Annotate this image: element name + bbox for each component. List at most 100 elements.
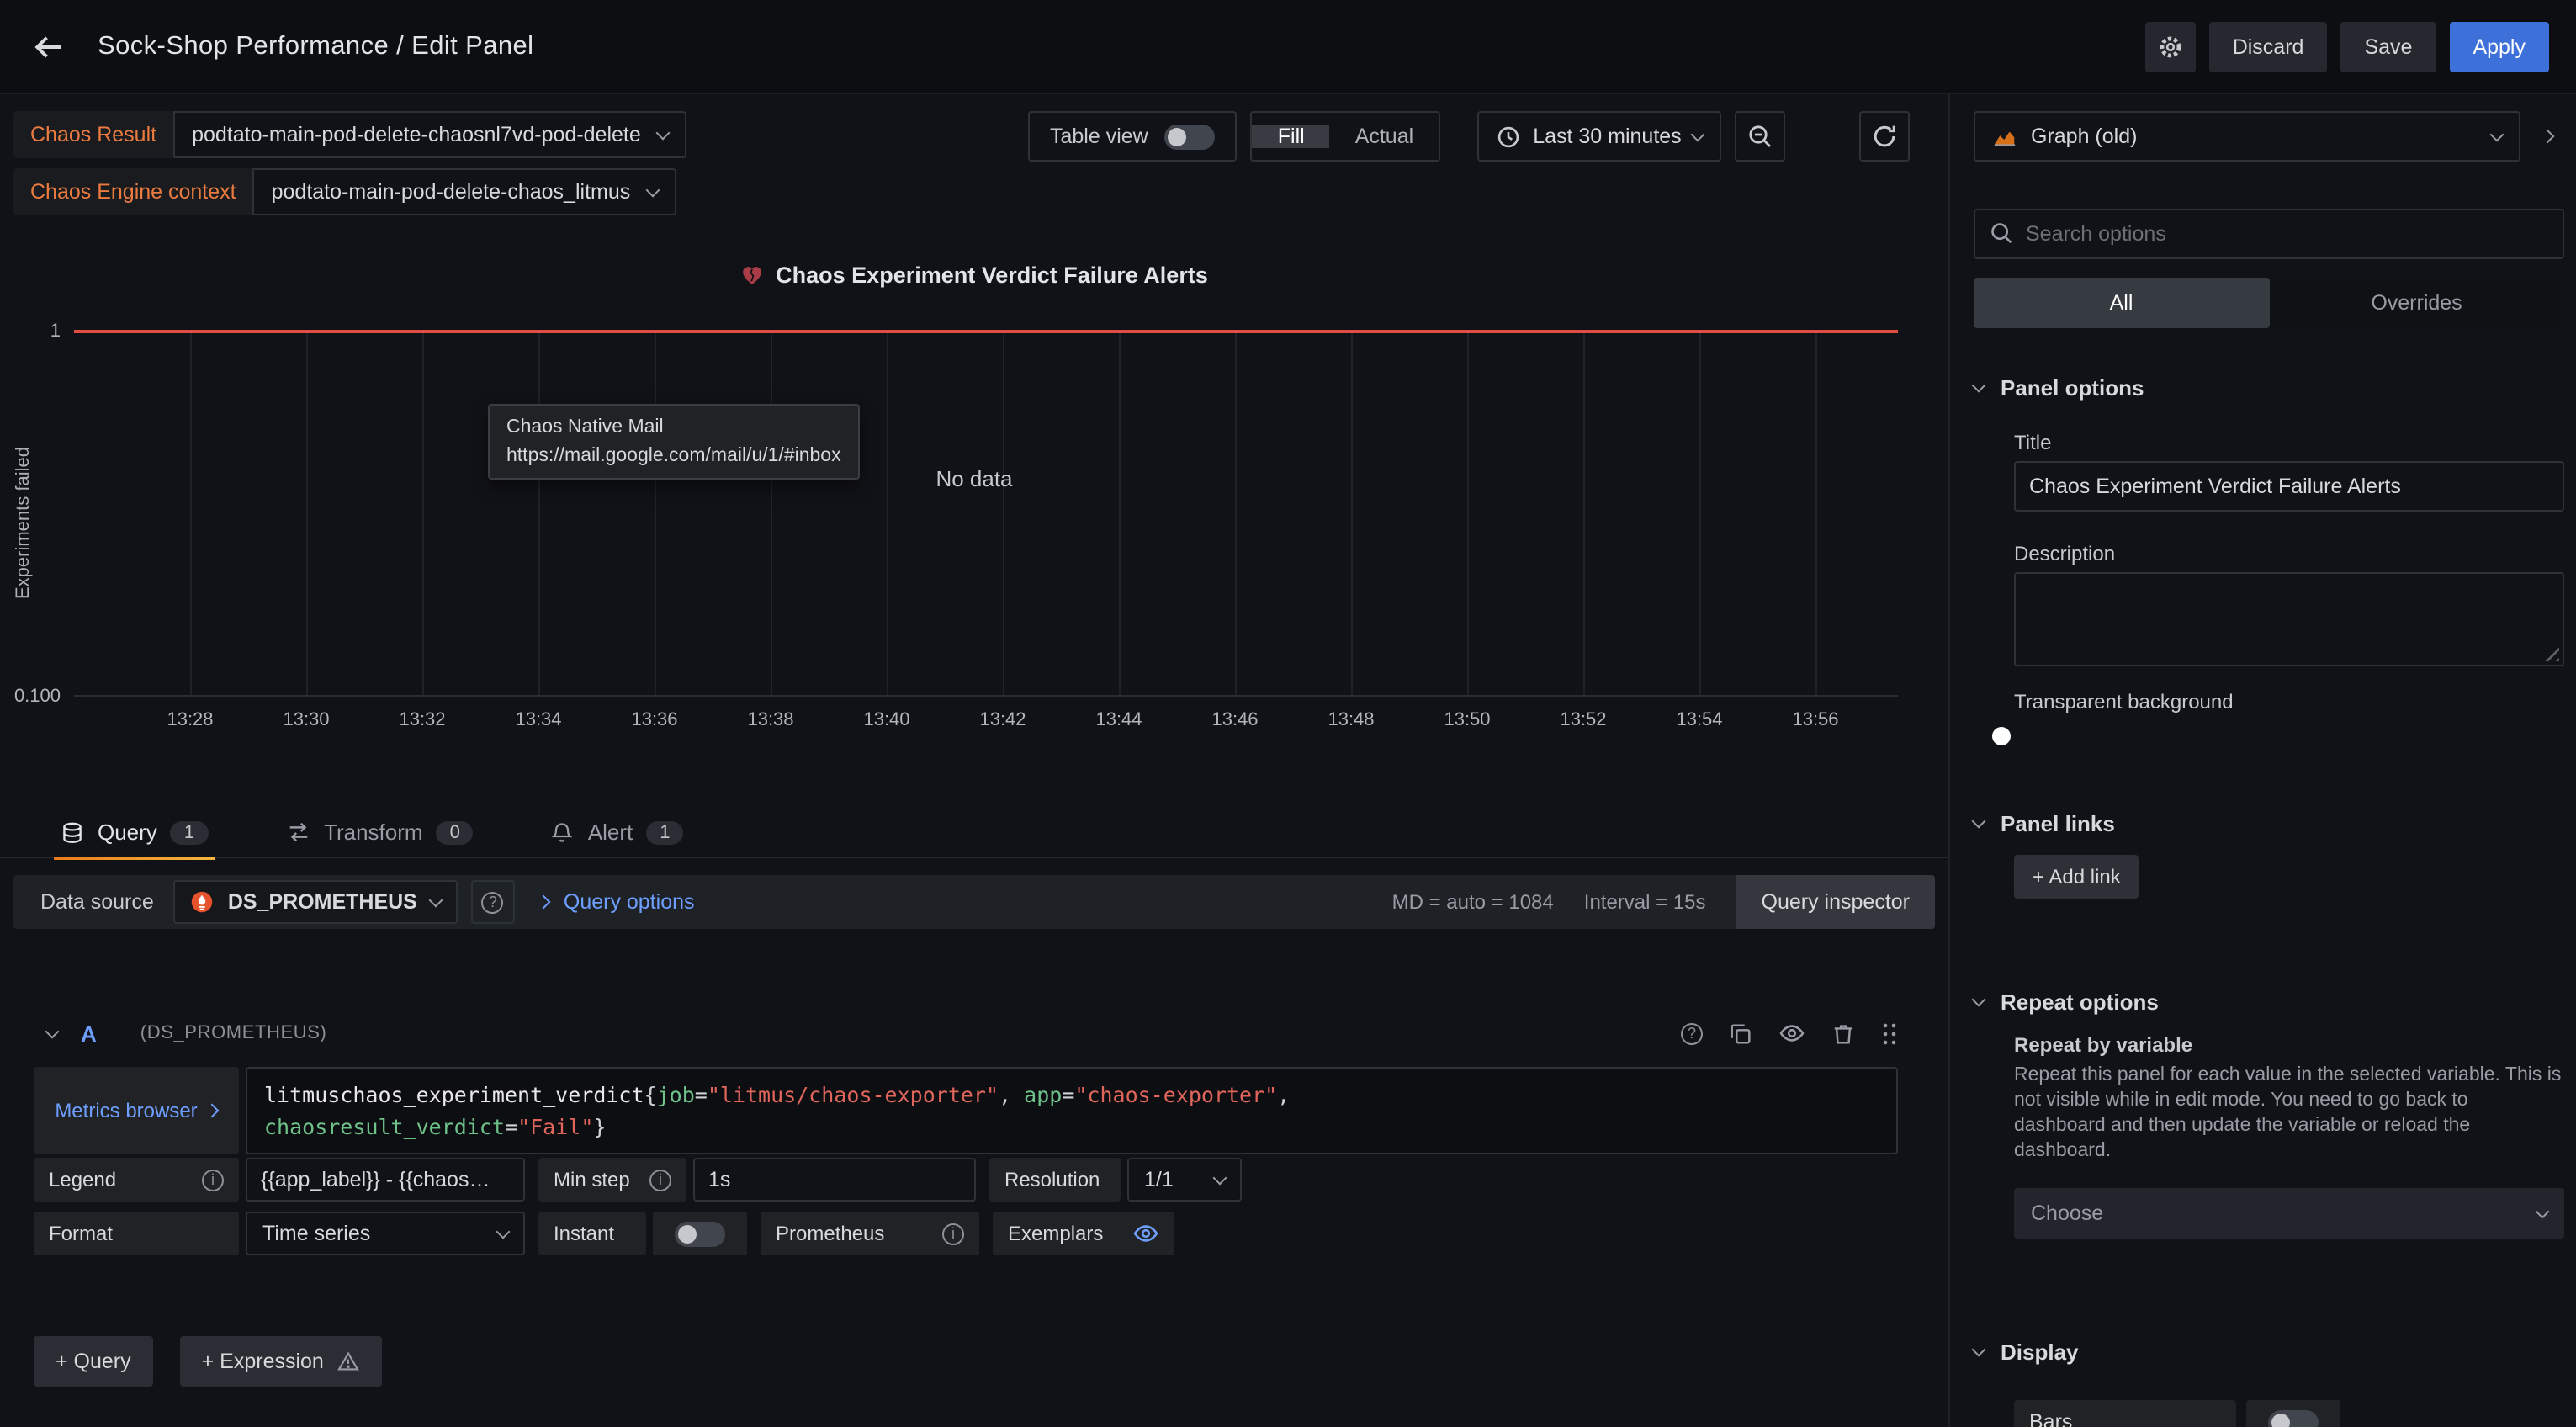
format-dropdown[interactable]: Time series [246,1212,525,1255]
chevron-down-icon [496,1224,511,1239]
format-label-box: Format [34,1212,239,1255]
no-data-text: No data [0,466,1948,491]
repeat-variable-select[interactable]: Choose [2014,1188,2564,1239]
query-options-row-2: Format Time series Instant Prometheus i [34,1212,1174,1255]
section-repeat-options[interactable]: Repeat options [1974,989,2564,1015]
time-range-picker[interactable]: Last 30 minutes [1477,111,1722,162]
tab-all[interactable]: All [1974,278,2269,328]
query-row-header[interactable]: A (DS_PROMETHEUS) ? [47,1013,1898,1053]
instant-switch-box [653,1212,747,1255]
bars-switch[interactable] [2268,1409,2319,1427]
instant-switch[interactable] [675,1221,725,1246]
main-column: Chaos Result podtato-main-pod-delete-cha… [0,94,1948,1427]
tab-overrides[interactable]: Overrides [2269,278,2564,328]
resolution-dropdown[interactable]: 1/1 [1127,1158,1242,1202]
query-options-label: Query options [564,890,695,914]
help-icon[interactable]: ? [1681,1022,1703,1044]
query-inspector-button[interactable]: Query inspector [1736,875,1935,929]
resolution-value: 1/1 [1144,1168,1174,1191]
tab-alert[interactable]: Alert 1 [551,807,684,857]
variable-value-dropdown[interactable]: podtato-main-pod-delete-chaosnl7vd-pod-d… [173,111,686,158]
table-view-switch[interactable] [1165,124,1216,149]
repeat-description: Repeat this panel for each value in the … [2014,1064,2564,1164]
apply-button[interactable]: Apply [2449,21,2549,72]
discard-button[interactable]: Discard [2209,21,2328,72]
tab-count-badge: 1 [171,820,208,844]
options-pane-collapse-button[interactable] [2531,111,2564,162]
actual-option[interactable]: Actual [1330,125,1439,148]
add-expression-button[interactable]: + Expression [180,1336,383,1387]
legend-input[interactable] [246,1158,525,1202]
save-button[interactable]: Save [2340,21,2436,72]
metrics-browser-label: Metrics browser [55,1099,197,1122]
section-display[interactable]: Display [1974,1339,2564,1365]
promql-expression[interactable]: litmuschaos_experiment_verdict{job="litm… [246,1067,1898,1154]
trash-icon[interactable] [1831,1021,1856,1046]
drag-handle-icon[interactable] [1881,1021,1898,1046]
panel-view-controls: Table view Fill Actual Last 30 minutes [1028,111,1911,162]
datasource-label: Data source [40,890,154,914]
fill-actual-segmented: Fill Actual [1251,111,1440,162]
eye-icon[interactable] [1778,1020,1805,1047]
exemplars-box: Exemplars [993,1212,1174,1255]
format-value: Time series [262,1222,370,1245]
eye-icon[interactable] [1132,1220,1159,1247]
bell-icon [551,820,575,844]
chevron-right-icon [536,895,550,910]
min-step-input[interactable] [693,1158,976,1202]
panel-preview: Chaos Experiment Verdict Failure Alerts … [0,229,1948,751]
visualization-row: Graph (old) [1974,111,2564,162]
tab-query[interactable]: Query 1 [61,807,208,857]
database-icon [61,820,84,844]
fill-option[interactable]: Fill [1253,125,1330,148]
section-panel-links[interactable]: Panel links [1974,811,2564,836]
panel-settings-button[interactable] [2145,21,2196,72]
options-filter-tabs: All Overrides [1974,278,2564,328]
duplicate-icon[interactable] [1728,1021,1753,1046]
time-range-label: Last 30 minutes [1533,125,1682,148]
query-options-row-1: Legend i Min step i Resolution 1/1 [34,1158,1242,1202]
panel-title-text: Chaos Experiment Verdict Failure Alerts [776,263,1208,288]
back-button[interactable] [27,24,71,68]
resize-grip-icon[interactable] [2542,645,2559,661]
add-query-button[interactable]: + Query [34,1336,153,1387]
y-tick-0100: 0.100 [13,687,61,707]
variable-value-dropdown[interactable]: podtato-main-pod-delete-chaos_litmus [253,168,676,215]
editor-tabs: Query 1 Transform 0 Alert 1 [0,808,1948,858]
instant-label-box: Instant [538,1212,646,1255]
datasource-help-button[interactable]: ? [471,880,515,924]
options-search-input[interactable] [1974,209,2564,259]
plot-area[interactable]: 13:2813:3013:3213:3413:3613:3813:4013:42… [74,332,1898,697]
question-circle-icon: ? [482,891,504,913]
exemplars-datasource-label: Prometheus [776,1222,884,1245]
panel-description-textarea[interactable] [2014,572,2564,666]
visualization-name: Graph (old) [2031,125,2137,148]
variable-label: Chaos Result [13,111,173,158]
variable-value: podtato-main-pod-delete-chaosnl7vd-pod-d… [192,123,641,146]
zoom-out-button[interactable] [1736,111,1786,162]
add-query-label: + Query [56,1350,131,1373]
expression-row: Metrics browser litmuschaos_experiment_v… [34,1067,1898,1154]
visualization-picker[interactable]: Graph (old) [1974,111,2520,162]
collapse-chevron-icon[interactable] [45,1024,60,1038]
datasource-picker[interactable]: DS_PROMETHEUS [174,880,458,924]
refresh-button[interactable] [1860,111,1911,162]
table-view-toggle[interactable]: Table view [1028,111,1238,162]
query-datasource-hint: (DS_PROMETHEUS) [140,1023,327,1043]
panel-title-input[interactable] [2014,461,2564,512]
section-heading: Panel links [2001,811,2115,836]
x-tick-label: 13:42 [979,710,1026,730]
metrics-browser-button[interactable]: Metrics browser [34,1067,239,1154]
tab-label: Query [98,820,157,845]
query-options-toggle[interactable]: Query options [538,890,695,914]
chevron-down-icon [1972,1343,1986,1357]
section-panel-options[interactable]: Panel options [1974,375,2564,401]
variable-chaos-engine-context: Chaos Engine context podtato-main-pod-de… [13,168,676,215]
x-tick-label: 13:36 [631,710,677,730]
tab-transform[interactable]: Transform 0 [285,807,474,857]
resolution-label-box: Resolution [989,1158,1121,1202]
gridline [1119,332,1121,695]
series-line [74,330,1898,333]
add-link-button[interactable]: + Add link [2014,855,2139,899]
gridline [655,332,656,695]
